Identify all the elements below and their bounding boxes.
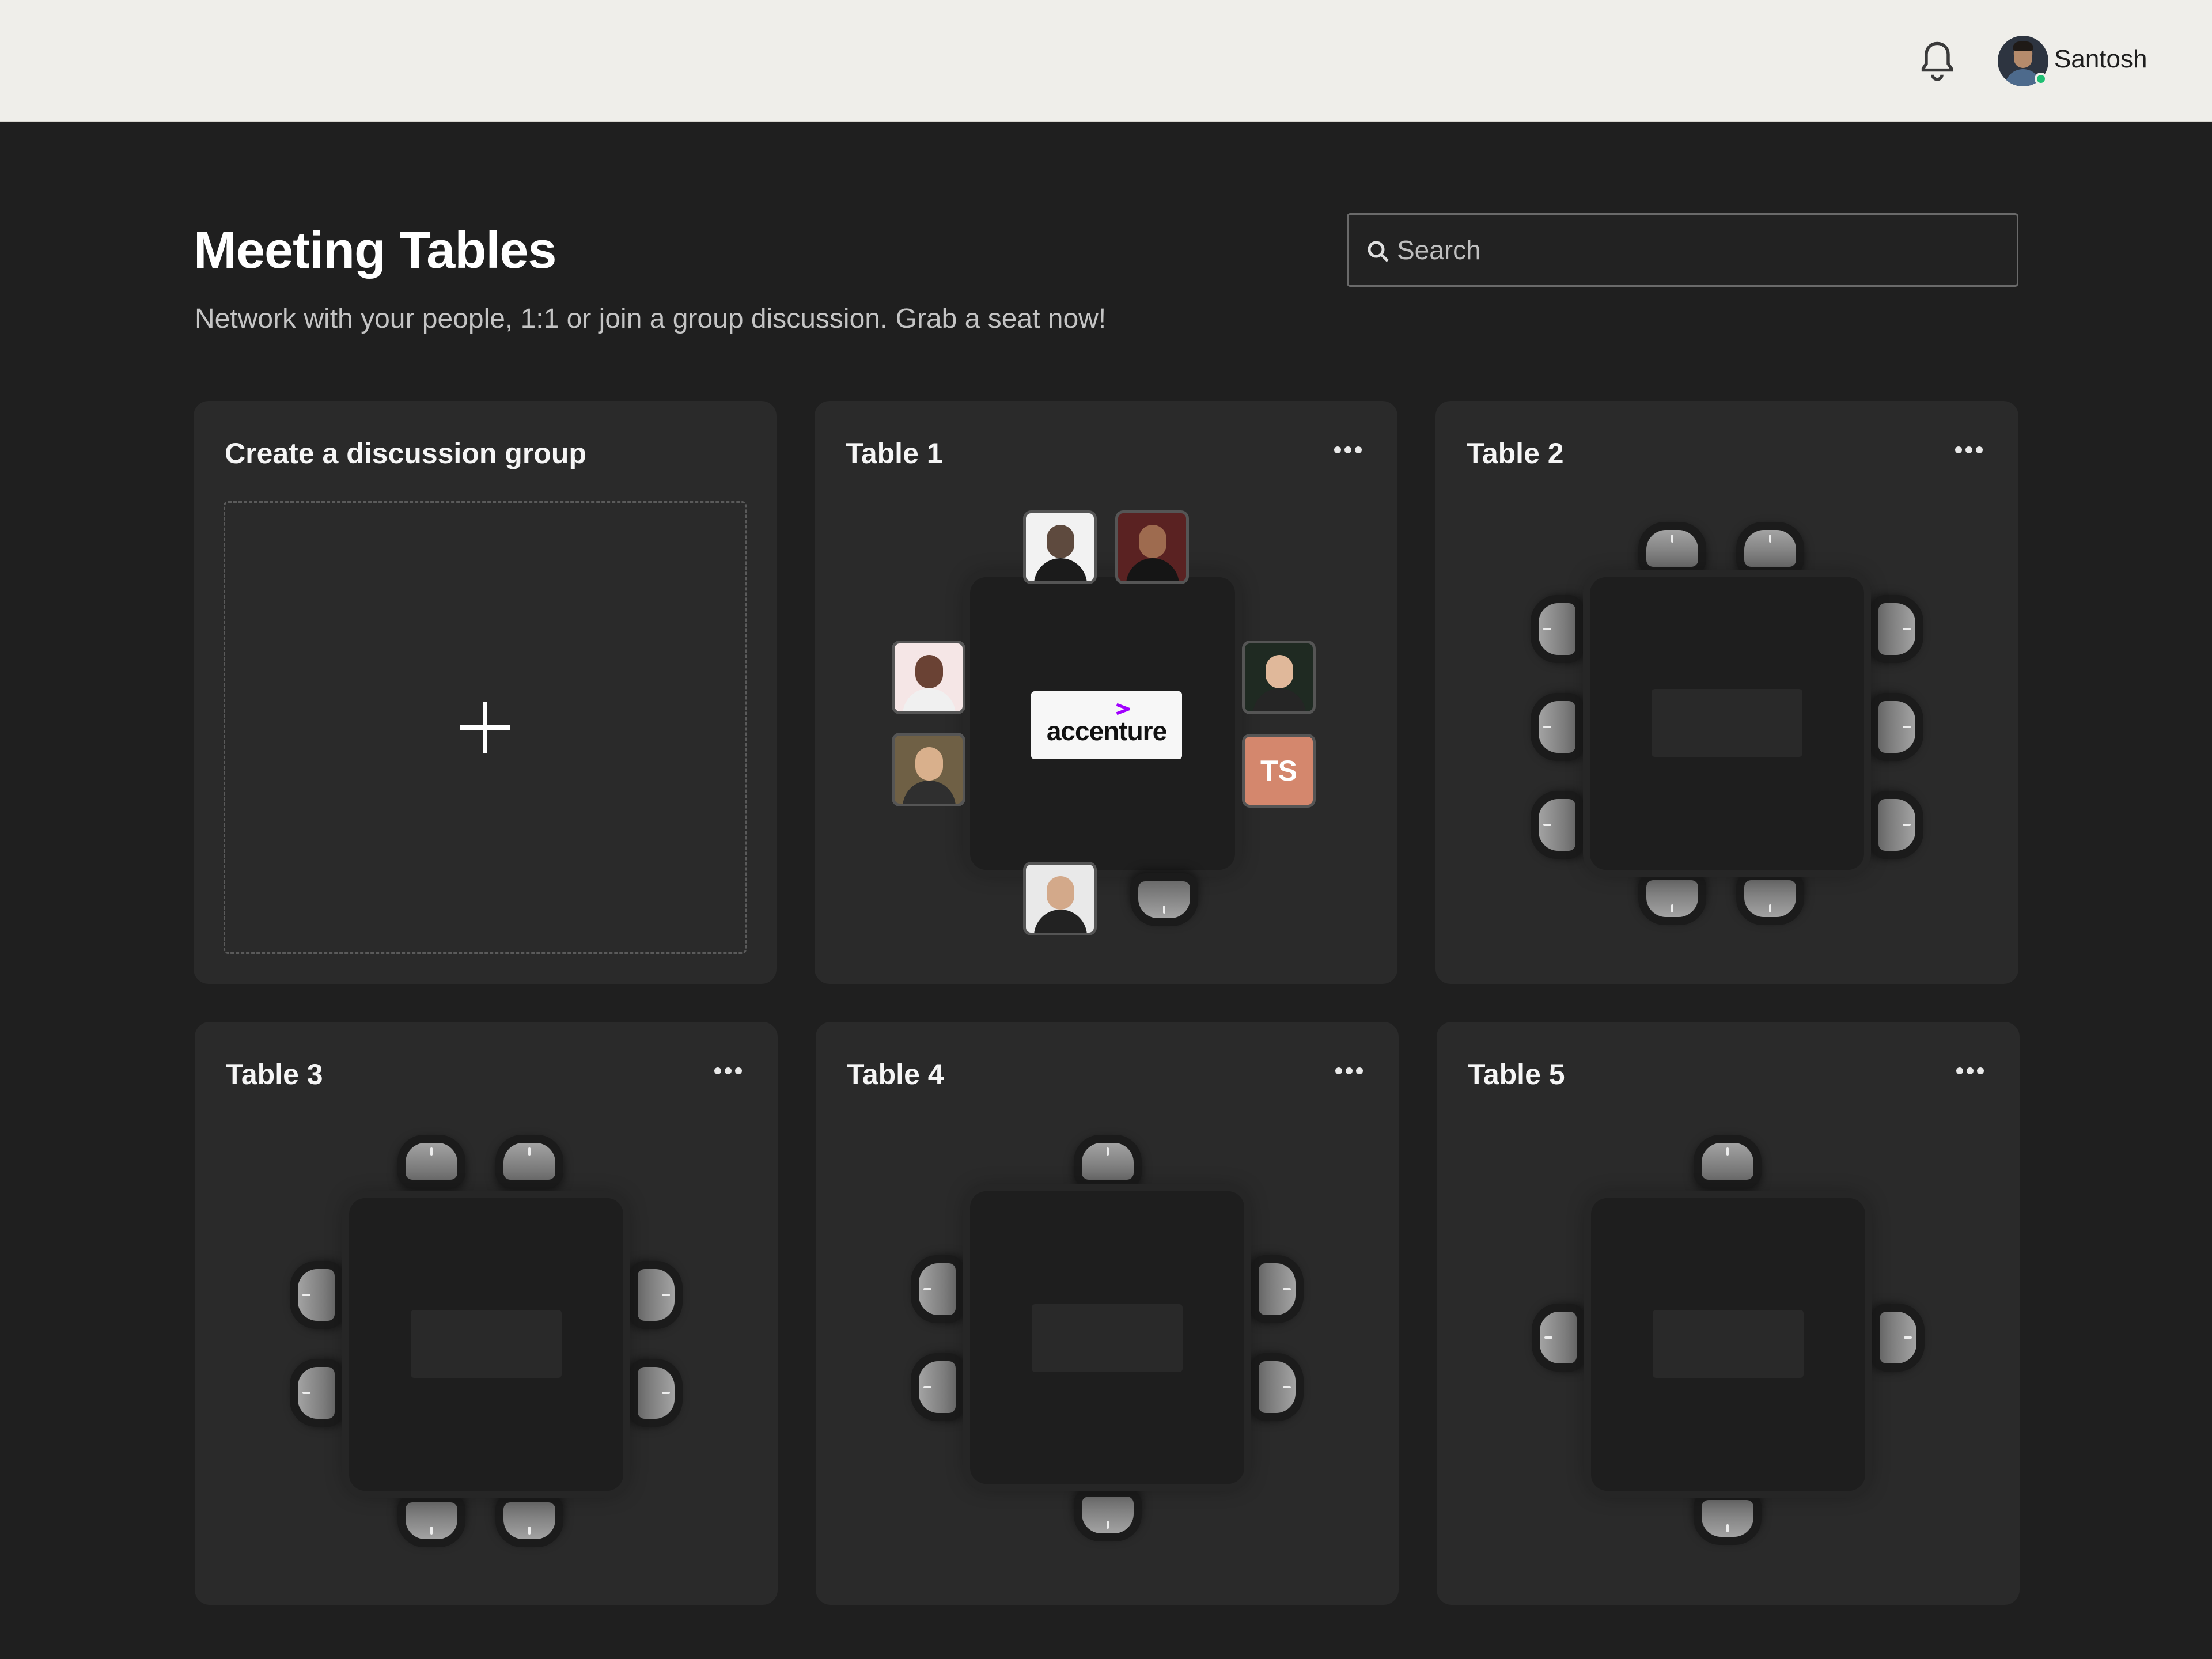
seated-attendee[interactable] bbox=[1242, 641, 1316, 714]
empty-chair[interactable] bbox=[1694, 1492, 1762, 1545]
online-status-dot bbox=[2035, 73, 2047, 85]
more-options-icon[interactable] bbox=[1955, 446, 1987, 457]
seated-attendee-initials[interactable]: TS bbox=[1242, 734, 1316, 808]
empty-chair[interactable] bbox=[1532, 1304, 1585, 1372]
company-logo: accenture bbox=[1031, 691, 1182, 759]
search-input[interactable] bbox=[1397, 215, 2008, 285]
empty-chair[interactable] bbox=[1736, 872, 1804, 925]
empty-chair[interactable] bbox=[397, 1494, 465, 1547]
more-options-icon[interactable] bbox=[1334, 446, 1366, 457]
accenture-logo-icon bbox=[1116, 703, 1130, 715]
empty-chair[interactable] bbox=[1870, 693, 1923, 761]
table-title: Table 1 bbox=[846, 437, 943, 469]
empty-chair[interactable] bbox=[1736, 522, 1804, 575]
table-logo-placeholder bbox=[1032, 1304, 1183, 1372]
more-options-icon[interactable] bbox=[714, 1067, 747, 1078]
top-bar: Santosh bbox=[0, 0, 2212, 122]
seated-attendee[interactable] bbox=[1023, 862, 1097, 935]
search-box bbox=[1347, 213, 2018, 287]
empty-chair[interactable] bbox=[1130, 873, 1198, 926]
page-title: Meeting Tables bbox=[194, 222, 556, 279]
create-group-card: Create a discussion group bbox=[194, 401, 777, 984]
table-title: Table 4 bbox=[847, 1058, 944, 1090]
empty-chair[interactable] bbox=[1531, 791, 1584, 859]
plus-icon bbox=[460, 702, 510, 753]
empty-chair[interactable] bbox=[1074, 1135, 1142, 1188]
empty-chair[interactable] bbox=[290, 1359, 343, 1427]
seated-attendee[interactable] bbox=[1115, 510, 1189, 584]
empty-chair[interactable] bbox=[1074, 1488, 1142, 1541]
empty-chair[interactable] bbox=[290, 1261, 343, 1329]
empty-chair[interactable] bbox=[1251, 1353, 1304, 1421]
empty-chair[interactable] bbox=[397, 1135, 465, 1188]
company-name: accenture bbox=[1046, 716, 1167, 746]
empty-chair[interactable] bbox=[1531, 595, 1584, 663]
user-name[interactable]: Santosh bbox=[2054, 45, 2147, 74]
table-card-1: Table 1 accenture TS bbox=[815, 401, 1397, 984]
seated-attendee[interactable] bbox=[892, 733, 965, 806]
more-options-icon[interactable] bbox=[1335, 1067, 1368, 1078]
empty-chair[interactable] bbox=[1638, 522, 1706, 575]
create-group-title: Create a discussion group bbox=[225, 437, 586, 469]
table-title: Table 5 bbox=[1468, 1058, 1565, 1090]
more-options-icon[interactable] bbox=[1956, 1067, 1988, 1078]
table-title: Table 2 bbox=[1467, 437, 1564, 469]
empty-chair[interactable] bbox=[1872, 1304, 1925, 1372]
empty-chair[interactable] bbox=[1870, 791, 1923, 859]
table-card-5: Table 5 bbox=[1437, 1022, 2020, 1605]
create-group-button[interactable] bbox=[224, 501, 747, 954]
table-logo-placeholder bbox=[411, 1310, 562, 1378]
bell-icon[interactable] bbox=[1918, 40, 1956, 84]
table-logo-placeholder bbox=[1653, 1310, 1804, 1378]
empty-chair[interactable] bbox=[630, 1359, 683, 1427]
search-icon bbox=[1368, 241, 1389, 262]
empty-chair[interactable] bbox=[1531, 693, 1584, 761]
empty-chair[interactable] bbox=[911, 1255, 964, 1323]
empty-chair[interactable] bbox=[1694, 1135, 1762, 1188]
empty-chair[interactable] bbox=[630, 1261, 683, 1329]
table-card-4: Table 4 bbox=[816, 1022, 1399, 1605]
seated-attendee[interactable] bbox=[892, 641, 965, 714]
table-logo-placeholder bbox=[1652, 689, 1802, 757]
user-avatar[interactable] bbox=[1998, 36, 2048, 86]
table-title: Table 3 bbox=[226, 1058, 323, 1090]
empty-chair[interactable] bbox=[495, 1494, 563, 1547]
seated-attendee[interactable] bbox=[1023, 510, 1097, 584]
empty-chair[interactable] bbox=[495, 1135, 563, 1188]
empty-chair[interactable] bbox=[1251, 1255, 1304, 1323]
table-card-3: Table 3 bbox=[195, 1022, 778, 1605]
table-card-2: Table 2 bbox=[1435, 401, 2018, 984]
empty-chair[interactable] bbox=[911, 1353, 964, 1421]
page-subtitle: Network with your people, 1:1 or join a … bbox=[195, 304, 1107, 334]
empty-chair[interactable] bbox=[1638, 872, 1706, 925]
empty-chair[interactable] bbox=[1870, 595, 1923, 663]
